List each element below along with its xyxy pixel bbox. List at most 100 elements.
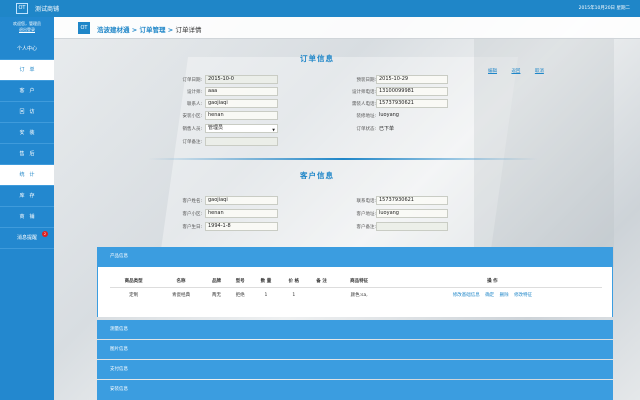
column-header: 备 注	[307, 275, 336, 288]
install-addr-label: 安装小区:	[182, 114, 202, 119]
customer-address-field[interactable]: luoyang	[376, 209, 448, 218]
welcome-block: 欢迎您，管理员 退出登录	[0, 17, 54, 33]
table-header-row: 商品类型 名称 品牌 型号 数 量 价 格 备 注 商品特征 操 作	[110, 275, 602, 288]
status-label: 订单状态:	[356, 127, 376, 132]
customer-phone-field[interactable]: 15737930621	[376, 196, 448, 205]
order-date-label: 订单日期:	[182, 78, 202, 83]
message-count-badge: 2	[42, 231, 48, 237]
column-header: 名称	[157, 275, 205, 288]
back-link[interactable]: 返回	[511, 69, 520, 74]
product-note	[308, 287, 336, 303]
product-type: 定制	[129, 293, 139, 299]
payment-panel-header[interactable]: 支付信息	[97, 360, 613, 379]
sidebar-item-aftersales[interactable]: 售 后	[0, 144, 54, 165]
sales-label: 销售人员:	[182, 127, 202, 132]
cancel-link[interactable]: 取消	[535, 69, 544, 74]
sales-selected-value: 管理员	[208, 125, 224, 131]
designer-field[interactable]: aaa	[205, 87, 278, 96]
column-header: 价 格	[279, 275, 308, 288]
designer-phone-field[interactable]: 13100099981	[376, 87, 448, 96]
order-section-title: 订单信息	[300, 54, 334, 63]
order-remark-field[interactable]	[205, 137, 278, 146]
contact-field[interactable]: gaojiaqi	[205, 99, 278, 108]
install-phone-field[interactable]: 15737930621	[376, 99, 448, 108]
customer-address-label: 客户地址:	[356, 212, 376, 217]
customer-birthday-field[interactable]: 1994-1-8	[205, 222, 278, 231]
customer-remark-label: 客户备注:	[356, 225, 376, 230]
products-panel-body: 商品类型 名称 品牌 型号 数 量 价 格 备 注 商品特征 操 作 定制 青瓷…	[97, 267, 613, 317]
current-date: 2015年10月20日 星期二	[578, 6, 630, 11]
edit-link[interactable]: 编辑	[488, 69, 497, 74]
section-divider	[148, 158, 538, 160]
breadcrumb: 浩波建材通 > 订单管理 > 订单详情	[97, 24, 201, 34]
sidebar-item-shop[interactable]: 商 铺	[0, 207, 54, 228]
sidebar-item-install[interactable]: 安 装	[0, 123, 54, 144]
customer-community-field[interactable]: henan	[205, 209, 278, 218]
sidebar-item-orders[interactable]: 订 单	[0, 60, 54, 81]
detail-addr-value: luoyang	[379, 112, 399, 118]
customer-community-label: 客户小区:	[182, 212, 202, 217]
customer-remark-field[interactable]	[376, 222, 448, 231]
sidebar-item-visits[interactable]: 回 访	[0, 102, 54, 123]
column-header: 品牌	[204, 275, 229, 288]
order-actions: 编辑 返回 取消	[488, 68, 557, 74]
sidebar-item-inventory[interactable]: 库 存	[0, 186, 54, 207]
breadcrumb-current: 订单详情	[175, 26, 202, 34]
products-panel-header[interactable]: 产品信息	[97, 247, 613, 267]
customer-name-field[interactable]: gaojiaqi	[205, 196, 278, 205]
sidebar-item-stats[interactable]: 统 计	[0, 165, 54, 186]
sales-select[interactable]: 管理员 ▼	[205, 124, 278, 133]
install-panel-header[interactable]: 安装信息	[97, 380, 613, 400]
measure-panel-header[interactable]: 测量信息	[97, 320, 613, 339]
logout-link[interactable]: 退出登录	[0, 27, 54, 33]
sidebar-item-customers[interactable]: 客 户	[0, 81, 54, 102]
customer-section-title: 客户信息	[300, 171, 334, 180]
column-header: 型号	[228, 275, 253, 288]
product-model: 拒绝	[235, 293, 245, 299]
top-bar: OT 测试商铺 2015年10月20日 星期二	[0, 0, 640, 17]
customer-name-label: 客户姓名:	[182, 199, 202, 204]
contact-label: 联系人:	[186, 102, 202, 107]
product-price: 1	[292, 292, 296, 298]
customer-birthday-label: 客户生日:	[182, 225, 202, 230]
order-date-field[interactable]: 2015-10-0	[205, 75, 278, 84]
app-logo-icon: OT	[16, 3, 28, 14]
edit-feature-link[interactable]: 修改特征	[514, 293, 532, 298]
images-panel-header[interactable]: 图片信息	[97, 340, 613, 359]
product-brand: 两无	[212, 293, 222, 299]
install-phone-label: 需装人电话:	[351, 102, 376, 107]
deliver-date-label: 预装日期:	[356, 78, 376, 83]
delete-link[interactable]: 删除	[500, 293, 509, 298]
install-addr-field[interactable]: henan	[205, 111, 278, 120]
main-content: OT 浩波建材通 > 订单管理 > 订单详情 订单信息 编辑 返回 取消 订单日…	[54, 17, 640, 400]
column-header: 商品特征	[335, 275, 383, 288]
order-remark-label: 订单备注:	[182, 140, 202, 145]
product-qty: 1	[264, 292, 268, 298]
products-table: 商品类型 名称 品牌 型号 数 量 价 格 备 注 商品特征 操 作 定制 青瓷…	[110, 275, 602, 303]
sidebar: 欢迎您，管理员 退出登录 个人中心 订 单 客 户 回 访 安 装 售 后 统 …	[0, 17, 54, 400]
column-header: 操 作	[382, 275, 602, 288]
breadcrumb-bar: OT 浩波建材通 > 订单管理 > 订单详情	[54, 17, 640, 39]
sidebar-item-profile[interactable]: 个人中心	[0, 39, 54, 60]
chevron-down-icon: ▼	[272, 128, 275, 132]
column-header: 数 量	[252, 275, 280, 288]
breadcrumb-logo-icon: OT	[78, 22, 90, 34]
column-header: 商品类型	[110, 275, 158, 288]
product-operations: 修改基础信息 确定 删除 修改特征	[383, 287, 602, 303]
deliver-date-field[interactable]: 2015-10-29	[376, 75, 448, 84]
detail-addr-label: 装修地址:	[356, 114, 376, 119]
product-name: 青瓷经典	[172, 293, 191, 299]
breadcrumb-path[interactable]: 浩波建材通 > 订单管理 >	[97, 26, 175, 34]
product-feature: 颜色:sa,	[350, 293, 368, 299]
table-row: 定制 青瓷经典 两无 拒绝 1 1 颜色:sa, 修改基础信息 确定 删除 修改…	[110, 287, 602, 303]
edit-basic-info-link[interactable]: 修改基础信息	[453, 293, 480, 298]
sidebar-item-messages[interactable]: 消息提醒 2	[0, 228, 54, 249]
sidebar-nav: 个人中心 订 单 客 户 回 访 安 装 售 后 统 计 库 存 商 铺 消息提…	[0, 39, 54, 249]
status-value: 已下单	[379, 126, 395, 132]
designer-label: 设计师:	[186, 90, 202, 95]
customer-phone-label: 联系电话:	[356, 199, 376, 204]
confirm-link[interactable]: 确定	[485, 293, 494, 298]
app-title: 测试商铺	[35, 6, 60, 13]
designer-phone-label: 设计师电话:	[351, 90, 376, 95]
sidebar-item-label: 消息提醒	[16, 235, 37, 241]
